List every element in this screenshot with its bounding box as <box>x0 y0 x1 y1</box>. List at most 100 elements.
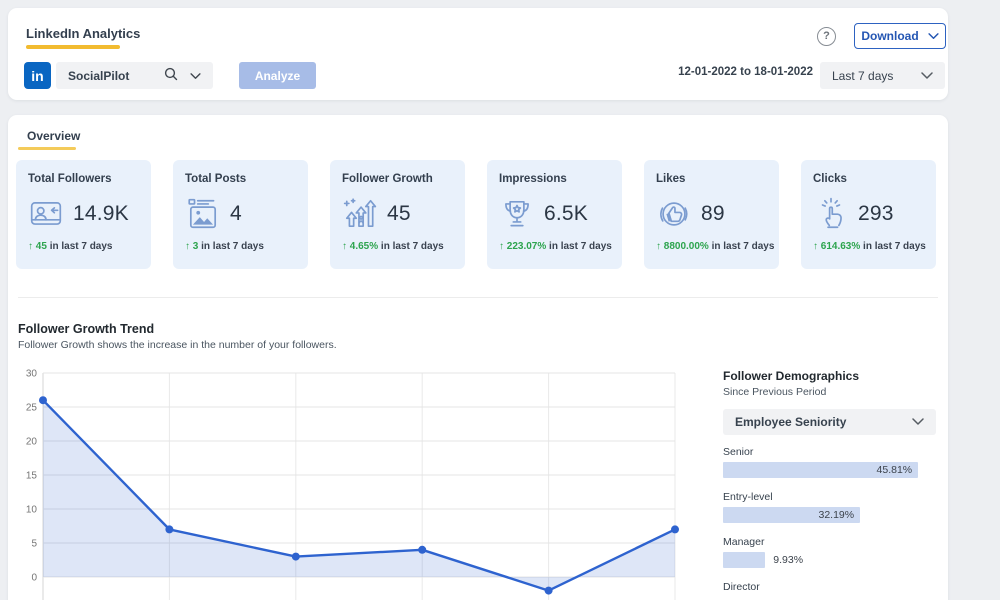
analyze-button[interactable]: Analyze <box>239 62 316 89</box>
stat-delta-row: ↑ 4.65% in last 7 days <box>342 241 453 252</box>
follower-growth-line-chart: 30 25 20 15 10 5 0 <box>18 365 685 600</box>
chevron-down-icon <box>921 69 933 83</box>
up-arrow-icon: ↑ <box>185 241 190 252</box>
stat-card-clicks: Clicks 293 ↑ 614.63% in last 7 days <box>801 160 936 269</box>
stat-delta-suffix: in last 7 days <box>712 241 775 252</box>
growth-arrows-icon <box>342 196 378 232</box>
stat-delta-suffix: in last 7 days <box>863 241 926 252</box>
stat-delta-row: ↑ 3 in last 7 days <box>185 241 296 252</box>
section-divider <box>18 297 938 298</box>
linkedin-icon: in <box>24 62 51 89</box>
stat-delta-value: 3 <box>193 241 199 252</box>
stat-card-total-followers: Total Followers 14.9K ↑ 45 in last 7 day… <box>16 160 151 269</box>
stat-title: Impressions <box>499 173 610 185</box>
period-select-value: Last 7 days <box>832 69 921 83</box>
period-select[interactable]: Last 7 days <box>820 62 945 89</box>
demographics-title: Follower Demographics <box>723 369 859 383</box>
demographic-value: 9.93% <box>765 554 803 566</box>
download-button[interactable]: Download <box>854 23 946 49</box>
account-select-value: SocialPilot <box>68 69 164 83</box>
stat-card-impressions: Impressions 6.5K ↑ 223.07% in last 7 day… <box>487 160 622 269</box>
stat-delta-row: ↑ 614.63% in last 7 days <box>813 241 924 252</box>
stat-title: Likes <box>656 173 767 185</box>
demographic-label: Senior <box>723 446 936 458</box>
svg-text:20: 20 <box>26 437 38 448</box>
demographic-row: Director <box>723 581 936 600</box>
trophy-icon <box>499 196 535 232</box>
demographic-label: Manager <box>723 536 936 548</box>
stat-card-follower-growth: Follower Growth 45 ↑ 4.65% in <box>330 160 465 269</box>
help-icon[interactable]: ? <box>817 27 836 46</box>
chevron-down-icon <box>928 29 939 43</box>
up-arrow-icon: ↑ <box>342 241 347 252</box>
dashboard-page: { "header": { "title": "LinkedIn Analyti… <box>0 0 1000 600</box>
stat-title: Total Posts <box>185 173 296 185</box>
svg-text:15: 15 <box>26 471 38 482</box>
date-range-label: 12-01-2022 to 18-01-2022 <box>678 66 813 78</box>
demographic-value: 32.19% <box>819 509 861 521</box>
demographic-bar-track: 9.93% <box>723 552 936 568</box>
stat-value: 6.5K <box>544 202 588 226</box>
demographic-bar-track: 45.81% <box>723 462 936 478</box>
chevron-down-icon <box>912 415 924 429</box>
title-accent-underline <box>26 45 120 49</box>
stat-delta-value: 45 <box>36 241 47 252</box>
svg-text:5: 5 <box>31 539 37 550</box>
stat-card-total-posts: Total Posts 4 ↑ 3 in last 7 days <box>173 160 308 269</box>
trend-chart-title: Follower Growth Trend <box>18 322 154 336</box>
stat-delta-value: 614.63% <box>821 241 860 252</box>
stat-value: 4 <box>230 202 242 226</box>
search-icon <box>164 67 178 84</box>
followers-icon <box>28 196 64 232</box>
tab-active-underline <box>18 147 76 150</box>
demographics-filter-select[interactable]: Employee Seniority <box>723 409 936 435</box>
download-button-label: Download <box>861 29 918 43</box>
header-card: LinkedIn Analytics ? Download in SocialP… <box>8 8 948 100</box>
page-title: LinkedIn Analytics <box>26 26 140 41</box>
stat-card-likes: Likes 89 ↑ 8800.00% in last 7 days <box>644 160 779 269</box>
up-arrow-icon: ↑ <box>656 241 661 252</box>
demographic-value: 45.81% <box>877 464 919 476</box>
stat-delta-row: ↑ 45 in last 7 days <box>28 241 139 252</box>
stat-delta-row: ↑ 223.07% in last 7 days <box>499 241 610 252</box>
up-arrow-icon: ↑ <box>813 241 818 252</box>
demographic-label: Director <box>723 581 936 593</box>
stat-cards-row: Total Followers 14.9K ↑ 45 in last 7 day… <box>16 160 936 269</box>
stat-delta-value: 4.65% <box>350 241 378 252</box>
demographic-bar: 45.81% <box>723 462 918 478</box>
stat-delta-value: 223.07% <box>507 241 546 252</box>
tab-overview[interactable]: Overview <box>27 129 80 143</box>
stat-value: 14.9K <box>73 202 129 226</box>
demographics-bar-list: Senior 45.81% Entry-level 32.19% Manager… <box>723 446 936 600</box>
thumbs-up-icon <box>656 196 692 232</box>
demographics-filter-value: Employee Seniority <box>735 415 912 429</box>
svg-text:10: 10 <box>26 505 38 516</box>
stat-title: Clicks <box>813 173 924 185</box>
posts-icon <box>185 196 221 232</box>
account-select[interactable]: SocialPilot <box>56 62 213 89</box>
stat-delta-value: 8800.00% <box>664 241 709 252</box>
svg-text:30: 30 <box>26 369 38 380</box>
demographic-label: Entry-level <box>723 491 936 503</box>
demographic-row: Entry-level 32.19% <box>723 491 936 523</box>
demographic-bar <box>723 552 765 568</box>
up-arrow-icon: ↑ <box>499 241 504 252</box>
stat-value: 89 <box>701 202 725 226</box>
stat-delta-suffix: in last 7 days <box>201 241 264 252</box>
chevron-down-icon <box>190 69 201 83</box>
stat-value: 45 <box>387 202 411 226</box>
demographics-subtitle: Since Previous Period <box>723 386 826 398</box>
stat-title: Total Followers <box>28 173 139 185</box>
trend-chart-subtitle: Follower Growth shows the increase in th… <box>18 339 337 351</box>
stat-value: 293 <box>858 202 894 226</box>
stat-delta-suffix: in last 7 days <box>50 241 113 252</box>
stat-delta-row: ↑ 8800.00% in last 7 days <box>656 241 767 252</box>
demographic-bar: 32.19% <box>723 507 860 523</box>
demographic-bar-track: 32.19% <box>723 507 936 523</box>
svg-text:0: 0 <box>31 573 37 584</box>
demographic-row: Senior 45.81% <box>723 446 936 478</box>
stat-title: Follower Growth <box>342 173 453 185</box>
overview-card: Overview Total Followers 14.9K ↑ <box>8 115 948 600</box>
demographic-row: Manager 9.93% <box>723 536 936 568</box>
svg-text:25: 25 <box>26 403 38 414</box>
